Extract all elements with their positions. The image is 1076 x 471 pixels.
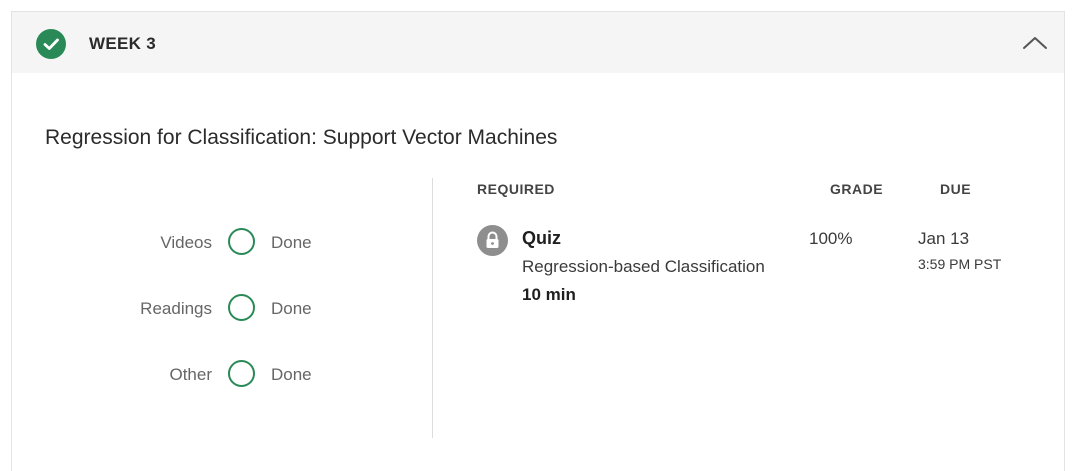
quiz-duration: 10 min bbox=[522, 285, 576, 304]
summary-row-readings: Readings Done bbox=[12, 292, 412, 324]
due-column-header: DUE bbox=[940, 181, 972, 197]
summary-row-other: Other Done bbox=[12, 358, 412, 390]
summary-status: Done bbox=[271, 299, 312, 318]
grade-column-header: GRADE bbox=[830, 181, 884, 197]
summary-label: Readings bbox=[140, 299, 212, 318]
progress-ring-icon bbox=[228, 294, 255, 321]
lock-icon bbox=[477, 225, 508, 256]
progress-ring-icon bbox=[228, 360, 255, 387]
quiz-type-link[interactable]: Quiz bbox=[522, 228, 561, 249]
week-header[interactable]: WEEK 3 bbox=[12, 12, 1064, 73]
quiz-name-link[interactable]: Regression-based Classification bbox=[522, 257, 765, 277]
module-title: Regression for Classification: Support V… bbox=[45, 126, 558, 149]
summary-status: Done bbox=[271, 233, 312, 252]
column-divider bbox=[432, 178, 433, 438]
week-card: WEEK 3 Regression for Classification: Su… bbox=[11, 11, 1065, 471]
summary-label: Other bbox=[169, 365, 212, 384]
quiz-grade: 100% bbox=[809, 229, 853, 248]
chevron-up-icon[interactable] bbox=[1020, 32, 1050, 54]
quiz-due-date: Jan 13 bbox=[918, 229, 970, 248]
summary-status: Done bbox=[271, 365, 312, 384]
required-column-header: REQUIRED bbox=[477, 181, 555, 197]
check-circle-icon bbox=[36, 29, 66, 59]
summary-label: Videos bbox=[160, 233, 212, 252]
week-title: WEEK 3 bbox=[89, 34, 156, 53]
progress-ring-icon bbox=[228, 228, 255, 255]
summary-row-videos: Videos Done bbox=[12, 226, 412, 258]
quiz-due-time: 3:59 PM PST bbox=[918, 256, 1002, 272]
